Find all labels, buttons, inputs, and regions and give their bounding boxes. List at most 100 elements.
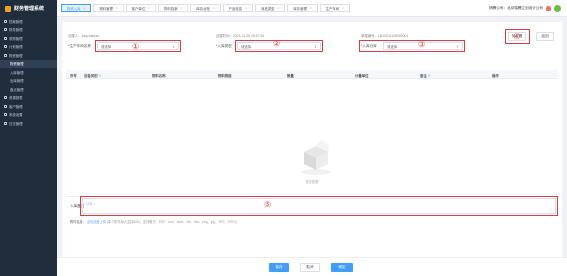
menu-icon — [4, 36, 7, 40]
menu-icon — [4, 121, 7, 125]
tab-label: 商品类型 — [260, 6, 275, 11]
edit-icon: ✎ — [98, 73, 102, 78]
app-name: 财务管理系统 — [14, 6, 45, 12]
sidebar-item[interactable]: 资源报表 — [0, 94, 57, 103]
sidebar: 财务管理系统 档案管理 财务管理 采购管理 计划管理 物资管理 物资管理 入库管理 出库管理盘… — [0, 0, 57, 276]
annotation-3: ③ — [418, 40, 426, 49]
bell-icon[interactable] — [546, 5, 551, 11]
menu-icon — [4, 28, 7, 32]
empty-text: 暂无数据 — [305, 180, 319, 184]
logo-icon — [5, 5, 11, 12]
annotation-5: ⑤ — [264, 200, 272, 209]
col-header-remark: 备注 ✎ — [420, 73, 431, 78]
tab[interactable]: 商品类型 × — [254, 4, 286, 12]
tab-bar: 物资入库 × 物料管理 × 客户单位 × 物料档案 × 库存台账 × 产品信息 × 商品类型 × 库存管理 ×… — [57, 4, 489, 12]
col-header-spec: 物料规格 — [218, 73, 232, 78]
col-header-quantity: 数量 — [287, 73, 294, 78]
close-icon[interactable]: × — [213, 6, 215, 10]
empty-box-icon — [302, 140, 330, 175]
col-header-unit: 计量单位 — [355, 73, 369, 78]
sidebar-item[interactable]: 系统设置 — [0, 111, 57, 120]
tab-label: 物料档案 — [163, 6, 178, 11]
cancel-button[interactable]: 取消 — [300, 263, 320, 272]
col-header-category-text: 设备类别 — [84, 73, 98, 78]
creator-text: 创建人：zaqzhanran — [68, 34, 100, 38]
sidebar-item[interactable]: 出库管理 — [0, 77, 57, 86]
sidebar-item[interactable]: 计划管理 — [0, 43, 57, 52]
col-header-category: 设备类别 ✎ — [84, 73, 101, 78]
tab-label: 库存台账 — [196, 6, 210, 11]
app-logo: 财务管理系统 — [0, 0, 57, 17]
tab[interactable]: 生产车间 × — [319, 4, 350, 12]
tab[interactable]: 库存管理 × — [287, 4, 318, 12]
edit-icon: ✎ — [427, 73, 431, 78]
menu-icon — [4, 96, 7, 100]
close-icon[interactable]: × — [84, 6, 86, 10]
col-header-remark-text: 备注 — [420, 73, 427, 78]
submit-button[interactable]: 确定 — [331, 263, 353, 272]
tab[interactable]: 客户单位 × — [125, 4, 156, 12]
tab-label: 库存管理 — [293, 6, 307, 11]
menu-icon — [4, 113, 7, 117]
annotation-box-5 — [80, 196, 558, 216]
sidebar-item-label: 资源报表 — [9, 96, 23, 101]
create-time-text: 创建时间：2024-11-25 15:57:26 — [216, 34, 265, 38]
upload-link[interactable]: 点击此处上传 — [87, 220, 106, 224]
close-icon[interactable]: × — [278, 6, 280, 10]
annotation-box-3 — [359, 40, 465, 52]
close-icon[interactable]: × — [310, 6, 312, 10]
sidebar-item-label: 计划管理 — [9, 45, 23, 50]
table-header: 序号 设备类别 ✎ 物料名称 物料规格 数量 计量单位 备注 ✎ 操作 — [66, 70, 558, 79]
tab-label: 客户单位 — [131, 6, 146, 11]
annotation-1: ① — [132, 42, 140, 51]
sidebar-item[interactable]: 物资管理 — [0, 51, 57, 60]
back-button[interactable]: 返回 — [536, 32, 554, 41]
company-name: 研腾公司：北京瑞腾立创设计公司 — [489, 5, 543, 10]
sidebar-item[interactable]: 客户管理 — [0, 102, 57, 111]
close-icon[interactable]: × — [116, 6, 118, 10]
annotation-2: ② — [273, 39, 281, 48]
sidebar-item-label: 入库管理 — [10, 70, 24, 75]
avatar[interactable] — [554, 4, 561, 12]
sidebar-item-label: 出库管理 — [10, 79, 24, 84]
footer-bar: 保存 取消 确定 — [57, 257, 567, 276]
sidebar-item[interactable]: 盘点管理 — [0, 85, 57, 94]
col-header-material-name: 物料名称 — [152, 73, 166, 78]
sidebar-item[interactable]: 日志管理 — [0, 119, 57, 128]
tab[interactable]: 产品信息 × — [222, 4, 253, 12]
save-button[interactable]: 保存 — [269, 263, 289, 272]
sidebar-item[interactable]: 采购管理 — [0, 34, 57, 43]
close-icon[interactable]: × — [181, 6, 183, 10]
upload-hint: (单个附件最大支持50M，支持格式：PDF、doc、docx、xls、xlsx、… — [106, 220, 238, 224]
sidebar-item-label: 客户管理 — [9, 104, 23, 109]
sidebar-item-label: 采购管理 — [9, 36, 23, 41]
sidebar-item-label: 物资管理 — [10, 62, 24, 67]
workshop-label: *生产车间名称 — [68, 44, 91, 48]
menu-icon — [4, 104, 7, 108]
sidebar-item-label: 日志管理 — [9, 121, 23, 126]
sidebar-item[interactable]: 档案管理 — [0, 17, 57, 26]
attachment-label: 附件信息： — [70, 220, 86, 224]
close-icon[interactable]: × — [245, 6, 247, 10]
sidebar-item-label: 物资管理 — [9, 53, 23, 58]
sidebar-item-label: 档案管理 — [9, 19, 23, 24]
tab[interactable]: 物资入库 × — [61, 4, 92, 12]
sidebar-item-label: 财务管理 — [9, 28, 23, 33]
col-header-index: 序号 — [70, 73, 77, 78]
sidebar-item[interactable]: 入库管理 — [0, 68, 57, 77]
sidebar-menu: 档案管理 财务管理 采购管理 计划管理 物资管理 物资管理 入库管理 出库管理 盘点管理 资源报表… — [0, 17, 57, 128]
close-icon[interactable]: × — [342, 6, 344, 10]
tab[interactable]: 库存台账 × — [190, 4, 221, 12]
main-panel: 创建人：zaqzhanran 创建时间：2024-11-25 15:57:26 … — [62, 22, 562, 272]
close-icon[interactable]: × — [148, 6, 150, 10]
tab-label: 物料管理 — [99, 6, 113, 11]
attachment-row: 附件信息： 点击此处上传 (单个附件最大支持50M，支持格式：PDF、doc、d… — [70, 219, 237, 224]
tab-label: 生产车间 — [325, 6, 340, 11]
sidebar-item[interactable]: 财务管理 — [0, 26, 57, 35]
top-bar: 物资入库 × 物料管理 × 客户单位 × 物料档案 × 库存台账 × 产品信息 × 商品类型 × 库存管理 ×… — [57, 0, 567, 17]
table-body: 暂无数据 — [66, 79, 558, 197]
tab[interactable]: 物料档案 × — [157, 4, 189, 12]
tab[interactable]: 物料管理 × — [93, 4, 124, 12]
tab-label: 物资入库 — [67, 6, 81, 11]
sidebar-item[interactable]: 物资管理 — [0, 59, 57, 68]
